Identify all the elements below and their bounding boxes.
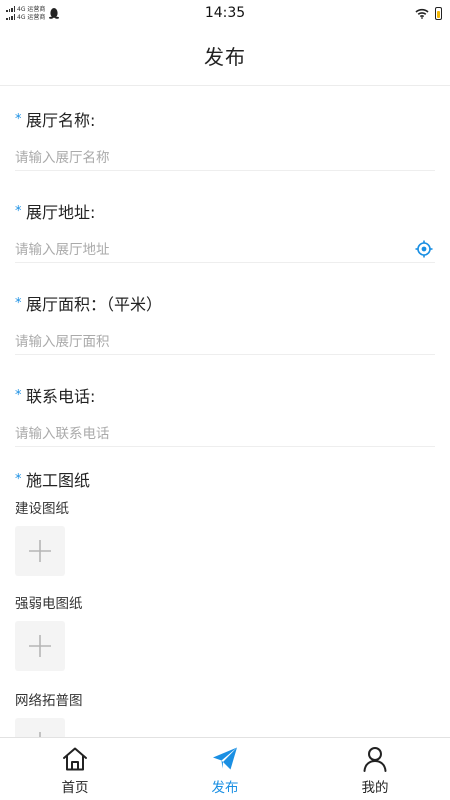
drawing-group-network: 网络拓普图 bbox=[15, 689, 435, 737]
required-mark: * bbox=[15, 471, 22, 487]
signal-bars-icon bbox=[6, 6, 15, 12]
nav-header: 发布 bbox=[0, 26, 450, 86]
locate-icon[interactable] bbox=[415, 240, 433, 258]
carrier-label-2: 4G 运营商 bbox=[17, 13, 46, 21]
status-right bbox=[415, 6, 442, 20]
status-time: 14:35 bbox=[204, 5, 246, 21]
status-left: 4G 运营商 4G 运营商 bbox=[6, 6, 60, 21]
upload-construction-button[interactable] bbox=[15, 526, 65, 576]
field-drawings: * 施工图纸 建设图纸 强弱电图纸 网络拓普图 bbox=[15, 467, 435, 737]
required-mark: * bbox=[15, 203, 22, 219]
field-label: * 展厅名称: bbox=[15, 107, 435, 131]
hall-name-label: 展厅名称: bbox=[26, 111, 96, 130]
drawing-group-label: 强弱电图纸 bbox=[15, 596, 83, 612]
plus-icon bbox=[29, 635, 51, 657]
field-label: * 施工图纸 bbox=[15, 467, 435, 491]
page-title: 发布 bbox=[204, 45, 246, 69]
hall-name-input[interactable] bbox=[15, 145, 435, 171]
field-label: * 展厅面积：（平米） bbox=[15, 291, 435, 315]
tab-label: 我的 bbox=[361, 780, 389, 796]
contact-phone-input[interactable] bbox=[15, 421, 435, 447]
signal-row-1: 4G 运营商 bbox=[6, 6, 45, 13]
signal-block: 4G 运营商 4G 运营商 bbox=[6, 6, 45, 21]
upload-network-button[interactable] bbox=[15, 718, 65, 737]
upload-electrical-button[interactable] bbox=[15, 621, 65, 671]
hall-address-input[interactable] bbox=[15, 237, 435, 263]
wifi-icon bbox=[415, 8, 429, 19]
drawings-label: 施工图纸 bbox=[26, 471, 91, 490]
plus-icon bbox=[29, 540, 51, 562]
field-label: * 展厅地址: bbox=[15, 199, 435, 223]
tab-label: 首页 bbox=[61, 780, 89, 796]
publish-form: * 展厅名称: * 展厅地址: * 展厅面积：（平米） bbox=[0, 87, 450, 737]
battery-icon bbox=[435, 6, 442, 20]
home-icon bbox=[63, 747, 87, 771]
hall-address-label: 展厅地址: bbox=[26, 203, 96, 222]
input-wrap bbox=[15, 237, 435, 263]
required-mark: * bbox=[15, 295, 22, 311]
field-contact-phone: * 联系电话: bbox=[15, 383, 435, 447]
drawing-group-label: 网络拓普图 bbox=[15, 693, 83, 709]
drawing-group-electrical: 强弱电图纸 bbox=[15, 592, 435, 671]
tab-home[interactable]: 首页 bbox=[0, 738, 150, 800]
qq-penguin-icon bbox=[49, 8, 60, 19]
required-mark: * bbox=[15, 387, 22, 403]
tab-mine[interactable]: 我的 bbox=[300, 738, 450, 800]
paper-plane-icon bbox=[213, 747, 237, 770]
tab-publish[interactable]: 发布 bbox=[150, 738, 300, 800]
input-wrap bbox=[15, 329, 435, 355]
required-mark: * bbox=[15, 111, 22, 127]
field-label: * 联系电话: bbox=[15, 383, 435, 407]
hall-area-input[interactable] bbox=[15, 329, 435, 355]
hall-area-label: 展厅面积：（平米） bbox=[26, 295, 163, 314]
signal-bars-icon bbox=[6, 14, 15, 20]
drawing-group-construction: 建设图纸 bbox=[15, 497, 435, 576]
field-hall-name: * 展厅名称: bbox=[15, 107, 435, 171]
user-icon bbox=[363, 747, 387, 772]
signal-row-2: 4G 运营商 bbox=[6, 14, 45, 21]
drawing-group-label: 建设图纸 bbox=[15, 501, 69, 517]
tab-label: 发布 bbox=[211, 780, 239, 796]
carrier-label-1: 4G 运营商 bbox=[17, 5, 46, 13]
status-bar: 4G 运营商 4G 运营商 14:35 bbox=[0, 0, 450, 26]
input-wrap bbox=[15, 145, 435, 171]
contact-phone-label: 联系电话: bbox=[26, 387, 96, 406]
input-wrap bbox=[15, 421, 435, 447]
field-hall-area: * 展厅面积：（平米） bbox=[15, 291, 435, 355]
field-hall-address: * 展厅地址: bbox=[15, 199, 435, 263]
tab-bar: 首页 发布 我的 bbox=[0, 737, 450, 800]
